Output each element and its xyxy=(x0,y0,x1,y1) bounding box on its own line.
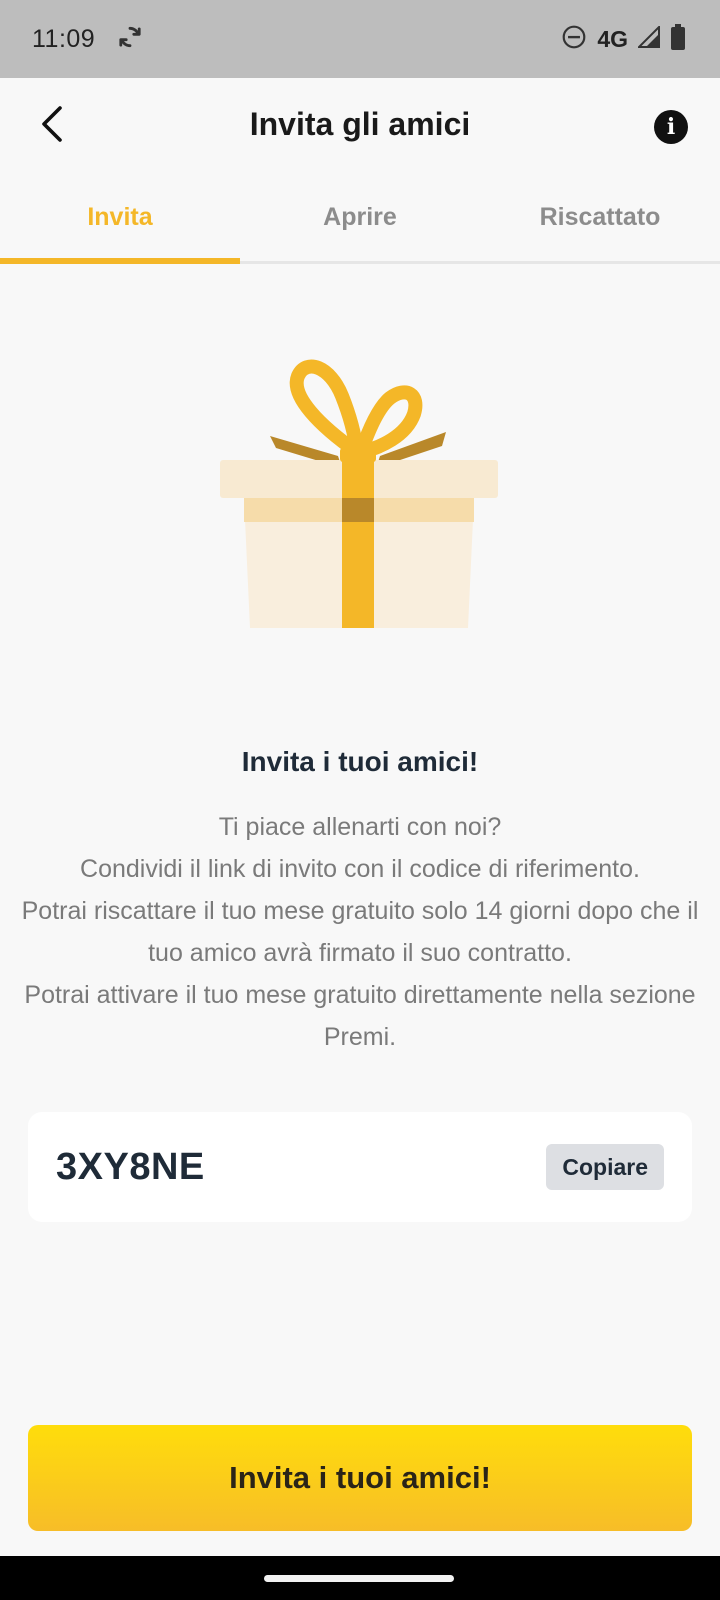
status-bar: 11:09 4G xyxy=(0,0,720,78)
copy-button[interactable]: Copiare xyxy=(546,1144,664,1190)
info-button[interactable]: i xyxy=(654,110,688,144)
invite-friends-button[interactable]: Invita i tuoi amici! xyxy=(28,1425,692,1531)
page-title: Invita gli amici xyxy=(249,106,471,142)
battery-icon xyxy=(670,23,686,55)
system-nav-bar xyxy=(0,1556,720,1600)
info-icon: i xyxy=(666,114,676,140)
signal-icon xyxy=(636,24,660,53)
referral-code: 3XY8NE xyxy=(56,1145,205,1188)
app-header: Invita gli amici i xyxy=(0,78,720,176)
tab-riscattato[interactable]: Riscattato xyxy=(480,176,720,261)
invite-body-text: Ti piace allenarti con noi? Condividi il… xyxy=(21,813,699,1051)
invite-description: Ti piace allenarti con noi? Condividi il… xyxy=(20,806,700,1058)
tab-invita[interactable]: Invita xyxy=(0,176,240,264)
gift-icon xyxy=(220,356,498,646)
tab-aprire[interactable]: Aprire xyxy=(240,176,480,261)
home-indicator[interactable] xyxy=(264,1575,454,1582)
sync-icon xyxy=(117,24,143,55)
status-left: 11:09 xyxy=(32,24,143,55)
network-type: 4G xyxy=(597,25,628,52)
status-time: 11:09 xyxy=(32,24,96,53)
tab-bar: Invita Aprire Riscattato xyxy=(0,176,720,264)
do-not-disturb-icon xyxy=(561,24,587,55)
referral-code-card: 3XY8NE Copiare xyxy=(28,1112,692,1222)
status-right: 4G xyxy=(561,23,686,55)
invite-heading: Invita i tuoi amici! xyxy=(241,746,479,777)
